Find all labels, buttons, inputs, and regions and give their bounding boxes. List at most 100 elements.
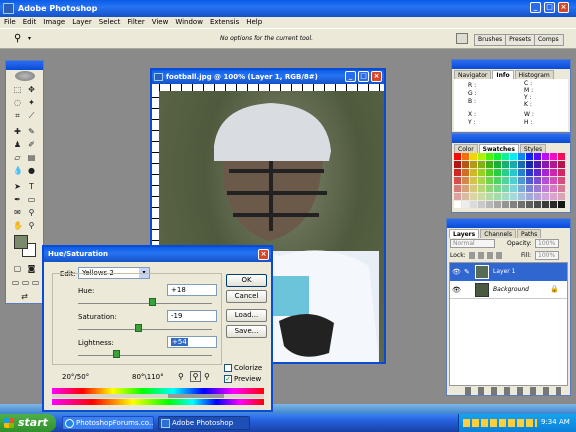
lightness-slider-track[interactable] xyxy=(78,355,212,356)
color-swatch[interactable] xyxy=(470,177,477,184)
tab-info[interactable]: Info xyxy=(492,70,514,79)
color-swatch[interactable] xyxy=(542,177,549,184)
color-swatch[interactable] xyxy=(550,177,557,184)
color-swatch[interactable] xyxy=(526,193,533,200)
color-swatch[interactable] xyxy=(462,153,469,160)
preview-checkbox[interactable]: ✓ xyxy=(224,375,232,383)
color-swatch[interactable] xyxy=(478,201,485,208)
color-swatch[interactable] xyxy=(534,177,541,184)
layer-row-layer-1[interactable]: 👁 ✎ Layer 1 xyxy=(450,263,567,281)
color-swatch[interactable] xyxy=(454,161,461,168)
color-swatch[interactable] xyxy=(470,201,477,208)
blend-mode-select[interactable]: Normal xyxy=(450,239,495,248)
history-brush-tool-icon[interactable]: ✐ xyxy=(27,140,36,149)
document-minimize-button[interactable]: _ xyxy=(345,71,356,82)
slice-tool-icon[interactable]: ⟋ xyxy=(27,111,36,120)
color-swatch[interactable] xyxy=(526,201,533,208)
color-swatch[interactable] xyxy=(534,169,541,176)
color-swatch[interactable] xyxy=(542,153,549,160)
color-swatch[interactable] xyxy=(518,201,525,208)
tab-swatches[interactable]: Swatches xyxy=(478,144,519,153)
layer-row-background[interactable]: 👁 Background 🔒 xyxy=(450,281,567,299)
hand-tool-icon[interactable]: ✋ xyxy=(13,221,23,230)
color-swatch[interactable] xyxy=(526,177,533,184)
path-selection-tool-icon[interactable]: ➤ xyxy=(13,182,22,191)
menu-image[interactable]: Image xyxy=(43,17,65,28)
document-close-button[interactable]: × xyxy=(371,71,382,82)
color-swatch[interactable] xyxy=(502,177,509,184)
color-swatch[interactable] xyxy=(526,185,533,192)
menu-extensis[interactable]: Extensis xyxy=(210,17,239,28)
color-swatch[interactable] xyxy=(518,193,525,200)
taskbar-item-forums[interactable]: PhotoshopForums.co... xyxy=(62,416,154,430)
color-swatch[interactable] xyxy=(534,161,541,168)
color-swatch[interactable] xyxy=(510,161,517,168)
color-swatch[interactable] xyxy=(478,177,485,184)
color-swatch[interactable] xyxy=(486,161,493,168)
colorize-checkbox[interactable] xyxy=(224,364,232,372)
start-button[interactable]: start xyxy=(0,414,56,432)
color-swatch[interactable] xyxy=(470,169,477,176)
lock-icons[interactable] xyxy=(469,252,503,259)
color-swatch[interactable] xyxy=(510,177,517,184)
color-swatch[interactable] xyxy=(510,201,517,208)
jump-to-imageready-icon[interactable]: ⇄ xyxy=(20,292,29,301)
color-swatch[interactable] xyxy=(550,161,557,168)
color-swatch[interactable] xyxy=(550,193,557,200)
color-swatch[interactable] xyxy=(486,177,493,184)
color-swatch[interactable] xyxy=(558,201,565,208)
color-swatch[interactable] xyxy=(542,193,549,200)
type-tool-icon[interactable]: T xyxy=(27,182,36,191)
color-swatch[interactable] xyxy=(454,193,461,200)
color-swatch[interactable] xyxy=(470,185,477,192)
shape-tool-icon[interactable]: ▭ xyxy=(27,195,36,204)
marquee-tool-icon[interactable]: ⬚ xyxy=(13,85,22,94)
eye-icon[interactable]: 👁 xyxy=(452,286,461,294)
tab-navigator[interactable]: Navigator xyxy=(454,70,492,79)
color-swatch[interactable] xyxy=(518,153,525,160)
swatch-grid[interactable] xyxy=(454,153,568,211)
blur-tool-icon[interactable]: 💧 xyxy=(13,166,23,175)
color-swatch[interactable] xyxy=(510,185,517,192)
color-swatch[interactable] xyxy=(470,161,477,168)
standard-mode-icon[interactable]: ▢ xyxy=(13,264,22,273)
clone-stamp-tool-icon[interactable]: ♟ xyxy=(13,140,22,149)
minimize-button[interactable]: _ xyxy=(530,2,541,13)
document-maximize-button[interactable]: □ xyxy=(358,71,369,82)
color-swatch[interactable] xyxy=(462,185,469,192)
lightness-slider-thumb[interactable] xyxy=(112,350,120,358)
color-swatch[interactable] xyxy=(558,161,565,168)
ok-button[interactable]: OK xyxy=(226,274,267,287)
tab-layers[interactable]: Layers xyxy=(449,229,480,238)
save-button[interactable]: Save... xyxy=(226,325,267,338)
color-swatch[interactable] xyxy=(502,201,509,208)
color-swatch[interactable] xyxy=(486,185,493,192)
color-swatch[interactable] xyxy=(454,177,461,184)
color-swatch[interactable] xyxy=(462,193,469,200)
color-swatch[interactable] xyxy=(494,153,501,160)
menu-view[interactable]: View xyxy=(152,17,169,28)
well-tab-presets[interactable]: Presets xyxy=(506,35,535,45)
menu-filter[interactable]: Filter xyxy=(127,17,144,28)
color-swatch[interactable] xyxy=(454,169,461,176)
color-swatch[interactable] xyxy=(502,161,509,168)
color-swatch[interactable] xyxy=(494,169,501,176)
color-swatch[interactable] xyxy=(510,169,517,176)
color-swatch[interactable] xyxy=(542,185,549,192)
color-swatch[interactable] xyxy=(470,153,477,160)
healing-brush-tool-icon[interactable]: ✚ xyxy=(13,127,22,136)
crop-tool-icon[interactable]: ⌗ xyxy=(13,111,22,120)
eyedropper-tool-icon[interactable]: ⚲ xyxy=(27,208,36,217)
load-button[interactable]: Load... xyxy=(226,309,267,322)
color-swatch[interactable] xyxy=(542,169,549,176)
color-swatch[interactable] xyxy=(558,193,565,200)
hue-slider-thumb[interactable] xyxy=(148,298,156,306)
color-swatch[interactable] xyxy=(478,153,485,160)
color-swatch[interactable] xyxy=(462,161,469,168)
menu-edit[interactable]: Edit xyxy=(23,17,37,28)
color-swatch[interactable] xyxy=(478,193,485,200)
tool-preset-dropdown-icon[interactable]: ▾ xyxy=(28,35,31,42)
lightness-field[interactable]: +54 xyxy=(167,336,217,348)
color-swatch[interactable] xyxy=(550,169,557,176)
color-swatch[interactable] xyxy=(550,185,557,192)
